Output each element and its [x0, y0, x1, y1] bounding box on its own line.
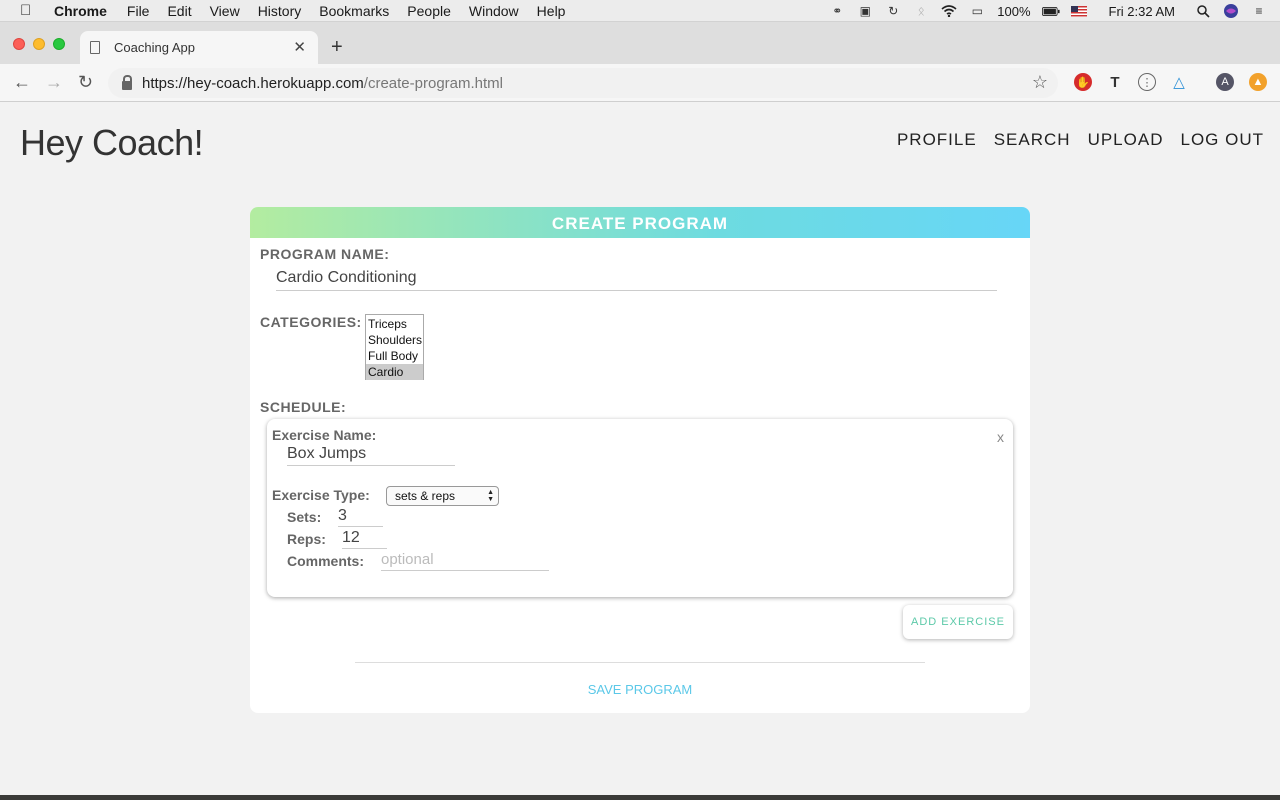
menu-bookmarks[interactable]: Bookmarks: [319, 3, 389, 19]
exercise-name-label: Exercise Name:: [272, 427, 377, 443]
menu-help[interactable]: Help: [537, 3, 566, 19]
reload-button[interactable]: ↻: [78, 72, 93, 93]
category-option[interactable]: Triceps: [366, 316, 423, 332]
remove-exercise-button[interactable]: x: [997, 429, 1004, 445]
window-minimize-button[interactable]: [33, 38, 45, 50]
form-divider: [355, 662, 925, 663]
tab-close-icon[interactable]: ✕: [293, 38, 306, 56]
address-bar[interactable]: https://hey-coach.herokuapp.com/create-p…: [108, 68, 1058, 98]
chrome-menu-extension-icon[interactable]: ▲: [1249, 73, 1267, 91]
window-zoom-button[interactable]: [53, 38, 65, 50]
bookmark-star-icon[interactable]: ☆: [1032, 72, 1048, 93]
profile-avatar[interactable]: A: [1216, 73, 1234, 91]
reps-input[interactable]: [342, 527, 387, 549]
menu-view[interactable]: View: [210, 3, 240, 19]
battery-icon[interactable]: [1041, 4, 1060, 18]
browser-tabbar: Coaching App ✕ +: [0, 22, 1280, 64]
card-title: CREATE PROGRAM: [250, 207, 1030, 238]
page-content: Hey Coach! PROFILE SEARCH UPLOAD LOG OUT…: [0, 102, 1280, 796]
categories-label: CATEGORIES:: [260, 314, 362, 330]
notification-center-icon[interactable]: ≡: [1250, 4, 1268, 18]
sets-label: Sets:: [287, 509, 322, 525]
menu-file[interactable]: File: [127, 3, 150, 19]
exercise-type-value: sets & reps: [395, 489, 456, 503]
site-logo[interactable]: Hey Coach!: [20, 122, 204, 164]
browser-tab-active[interactable]: Coaching App ✕: [80, 31, 318, 64]
spotlight-search-icon[interactable]: [1194, 4, 1212, 18]
display-icon[interactable]: ▣: [856, 4, 874, 18]
save-program-button[interactable]: SAVE PROGRAM: [250, 682, 1030, 697]
code-extension-icon[interactable]: ⋮: [1138, 73, 1156, 91]
wifi-icon[interactable]: [940, 4, 958, 18]
reps-label: Reps:: [287, 531, 326, 547]
tab-title: Coaching App: [114, 40, 195, 55]
creative-cloud-icon[interactable]: ⚭: [828, 4, 846, 18]
menu-window[interactable]: Window: [469, 3, 519, 19]
menubar-status-area: ⚭ ▣ ↻ ᛟ ▭ 100% Fri 2:32 AM ≡: [823, 0, 1280, 22]
battery-percent: 100%: [997, 3, 1031, 19]
site-nav: PROFILE SEARCH UPLOAD LOG OUT: [880, 130, 1264, 150]
page-favicon-icon: [90, 41, 100, 54]
category-option-selected[interactable]: Cardio: [366, 364, 423, 380]
airplay-icon[interactable]: ▭: [968, 4, 986, 18]
category-option[interactable]: Shoulders: [366, 332, 423, 348]
program-name-label: PROGRAM NAME:: [260, 246, 390, 262]
forward-button[interactable]: →: [45, 72, 63, 93]
apple-menu-icon[interactable]: : [20, 2, 38, 19]
categories-listbox[interactable]: Triceps Shoulders Full Body Cardio: [365, 314, 424, 380]
menu-app-name[interactable]: Chrome: [54, 3, 107, 19]
back-button[interactable]: ←: [13, 72, 31, 93]
exercise-name-input[interactable]: [287, 442, 455, 466]
window-close-button[interactable]: [13, 38, 25, 50]
exercise-type-label: Exercise Type:: [272, 487, 370, 503]
nav-upload[interactable]: UPLOAD: [1088, 130, 1164, 150]
bluetooth-icon[interactable]: ᛟ: [912, 4, 930, 18]
menu-edit[interactable]: Edit: [167, 3, 191, 19]
nav-logout[interactable]: LOG OUT: [1180, 130, 1264, 150]
browser-toolbar: ← → ↻ https://hey-coach.herokuapp.com/cr…: [0, 64, 1280, 102]
url-path: /create-program.html: [363, 74, 504, 92]
macos-menubar:  Chrome File Edit View History Bookmark…: [0, 0, 1280, 22]
comments-label: Comments:: [287, 553, 365, 569]
us-flag-icon[interactable]: [1070, 4, 1088, 18]
url-host: https://hey-coach.herokuapp.com: [142, 74, 364, 92]
adblock-extension-icon[interactable]: ✋: [1074, 73, 1092, 91]
category-option[interactable]: Full Body: [366, 348, 423, 364]
menubar-clock[interactable]: Fri 2:32 AM: [1109, 4, 1175, 19]
exercise-card: x Exercise Name: Exercise Type: sets & r…: [267, 419, 1013, 597]
exercise-type-select[interactable]: sets & reps ▲ ▼: [386, 486, 499, 506]
lock-icon: [122, 74, 132, 90]
menu-history[interactable]: History: [258, 3, 302, 19]
sync-icon[interactable]: ↻: [884, 4, 902, 18]
select-arrows-icon: ▲ ▼: [487, 489, 494, 503]
siri-icon[interactable]: [1222, 4, 1240, 18]
comments-input[interactable]: [381, 549, 549, 571]
drive-extension-icon[interactable]: △: [1170, 73, 1188, 91]
add-exercise-button[interactable]: ADD EXERCISE: [903, 605, 1013, 639]
nav-search[interactable]: SEARCH: [994, 130, 1071, 150]
create-program-card: CREATE PROGRAM PROGRAM NAME: CATEGORIES:…: [250, 207, 1030, 713]
desktop-background-strip: [0, 795, 1280, 800]
sets-input[interactable]: [338, 505, 383, 527]
nav-profile[interactable]: PROFILE: [897, 130, 977, 150]
new-tab-button[interactable]: +: [331, 36, 343, 59]
schedule-label: SCHEDULE:: [260, 399, 347, 415]
program-name-input[interactable]: [276, 265, 997, 291]
text-extension-icon[interactable]: T: [1106, 73, 1124, 91]
menu-people[interactable]: People: [407, 3, 451, 19]
